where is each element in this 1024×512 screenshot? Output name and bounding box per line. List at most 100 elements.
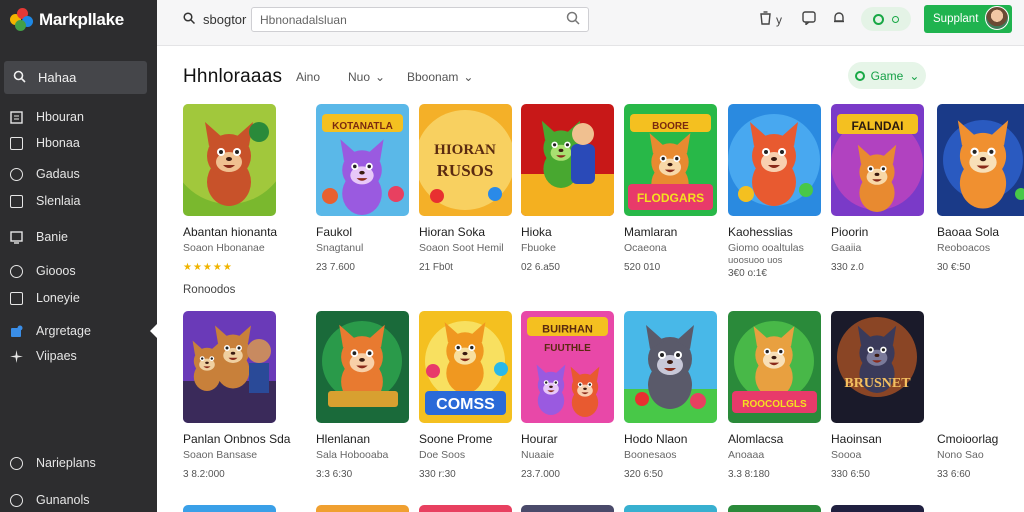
game-title[interactable]: Hioran Soka (419, 225, 519, 239)
game-meta: 23.7.000 (521, 469, 560, 480)
game-title[interactable]: Soone Prome (419, 432, 519, 446)
game-thumbnail[interactable]: BOORE FLODGARS (624, 104, 717, 216)
game-card[interactable]: KOTANATLA Faukol Snagtanul 23 7.600 (316, 104, 416, 273)
game-thumbnail[interactable] (316, 311, 409, 423)
game-card[interactable]: Hlenlanan Sala Hobooaba 3:3 6:30 (316, 311, 416, 480)
game-title[interactable]: Alomlacsa (728, 432, 828, 446)
sidebar-item-7[interactable]: Loneyie (10, 291, 80, 305)
game-card[interactable]: Hodo Nlaon Boonesaos 320 6:50 (624, 311, 724, 480)
sidebar-item-10[interactable]: Narieplans (10, 456, 96, 470)
game-title[interactable]: Baoaa Sola (937, 225, 1024, 239)
sign-in-label: Supplant (933, 13, 979, 25)
sidebar-item-4[interactable]: Slenlaia (10, 194, 80, 208)
activity-button[interactable] (832, 11, 846, 28)
filter-3[interactable]: Bboonam ⌄ (407, 70, 473, 84)
game-thumbnail[interactable]: COMSS (419, 311, 512, 423)
game-thumbnail[interactable]: HIORAN RUSOS (419, 104, 512, 216)
sidebar-item-6[interactable]: Giooos (10, 264, 76, 278)
sidebar-item-label: Argretage (36, 324, 91, 338)
game-thumbnail[interactable] (521, 104, 614, 216)
game-tile-partial[interactable] (728, 505, 821, 512)
game-title[interactable]: Hourar (521, 432, 621, 446)
game-developer: Doe Soos (419, 449, 466, 461)
game-tile-partial[interactable] (316, 505, 409, 512)
sidebar-item-1[interactable]: Hbouran (10, 110, 84, 124)
filter-2[interactable]: Nuo ⌄ (348, 70, 385, 84)
game-card[interactable]: Panlan Onbnos Sda Soaon Bansase 3 8.2:000 (183, 311, 290, 480)
game-developer: Soooa (831, 449, 862, 461)
sidebar-item-5[interactable]: Banie (10, 230, 68, 244)
search-input[interactable]: Hbnonadalsluan (251, 7, 589, 32)
rating-stars: ★★★★★ (183, 262, 233, 273)
game-card[interactable]: Abantan hionanta Soaon Hbonanae ★★★★★ (183, 104, 283, 273)
game-title[interactable]: Hioka (521, 225, 621, 239)
sidebar-item-11[interactable]: Gunanols (10, 493, 90, 507)
game-developer: Reoboacos (937, 242, 991, 254)
sidebar-item-label: Gadaus (36, 167, 80, 181)
game-thumbnail[interactable] (728, 104, 821, 216)
game-thumbnail[interactable] (183, 104, 276, 216)
logo-icon (10, 8, 34, 32)
game-developer: Boonesaos (624, 449, 677, 461)
trash-icon (759, 11, 772, 28)
game-thumbnail[interactable] (937, 104, 1024, 216)
check-icon (854, 70, 865, 81)
game-tile-partial[interactable] (521, 505, 614, 512)
game-title[interactable]: Haoinsan (831, 432, 931, 446)
game-title[interactable]: Cmoioorlag (937, 432, 1024, 446)
game-tile-partial[interactable] (624, 505, 717, 512)
messages-button[interactable] (802, 11, 816, 28)
game-title[interactable]: Pioorin (831, 225, 931, 239)
game-title[interactable]: Panlan Onbnos Sda (183, 432, 290, 446)
game-thumbnail[interactable]: ROOCOLGLS (728, 311, 821, 423)
notifications-button[interactable]: y (759, 11, 782, 28)
game-thumbnail[interactable] (937, 311, 1024, 423)
game-title[interactable]: Mamlaran (624, 225, 724, 239)
game-title[interactable]: Abantan hionanta (183, 225, 283, 239)
game-card[interactable]: BRUSNET Haoinsan Soooa 330 6:50 (831, 311, 931, 480)
game-meta: 3€0 o:1€ (728, 268, 767, 279)
game-card[interactable]: BOORE FLODGARS Mamlaran Ocaeona 520 010 (624, 104, 724, 273)
game-thumbnail[interactable]: BRUSNET (831, 311, 924, 423)
status-toggle[interactable] (861, 7, 911, 31)
game-title[interactable]: Hodo Nlaon (624, 432, 724, 446)
sidebar-item-3[interactable]: Gadaus (10, 167, 80, 181)
search-icon[interactable] (566, 11, 580, 28)
game-card[interactable]: Cmoioorlag Nono Sao 33 6:60 (937, 311, 1024, 480)
sidebar-item-label: Hbonaa (36, 136, 80, 150)
game-card[interactable]: HIORAN RUSOS Hioran Soka Soaon Soot Hemil 21… (419, 104, 519, 273)
game-thumbnail[interactable] (183, 311, 276, 423)
check-icon (873, 13, 884, 25)
game-tile-partial[interactable] (183, 505, 276, 512)
game-tile-partial[interactable] (419, 505, 512, 512)
avatar[interactable] (985, 6, 1009, 30)
page-title: Hhnloraaas (183, 66, 283, 87)
game-thumbnail[interactable]: KOTANATLA (316, 104, 409, 216)
game-card[interactable]: Baoaa Sola Reoboacos 30 €:50 (937, 104, 1024, 273)
game-thumbnail[interactable]: BUIRHAN FUUTHLE (521, 311, 614, 423)
game-card[interactable]: ROOCOLGLS Alomlacsa Anoaaa 3.3 8:180 (728, 311, 828, 480)
game-tile-partial[interactable] (831, 505, 924, 512)
game-filter-button[interactable]: Game ⌄ (848, 62, 926, 89)
game-card[interactable]: BUIRHAN FUUTHLE Hourar Nuaaie 23.7.000 (521, 311, 621, 480)
game-title[interactable]: Kaohesslias (728, 225, 828, 239)
game-thumbnail[interactable]: FALNDAI (831, 104, 924, 216)
game-card[interactable]: FALNDAI Pioorin Gaaiia 330 z.0 (831, 104, 931, 273)
top-bar-label[interactable]: sbogtor (183, 12, 246, 27)
game-thumbnail[interactable] (624, 311, 717, 423)
search-input-value: Hbnonadalsluan (260, 12, 347, 27)
game-developer: Nono Sao (937, 449, 984, 461)
sidebar-search[interactable]: Hahaa (4, 61, 147, 94)
game-card[interactable]: Kaohesslias Giomo ooaltulas uoosuoo uos 3€0… (728, 104, 828, 279)
sidebar-item-2[interactable]: Hbonaa (10, 136, 80, 150)
sign-in-button[interactable]: Aino Supplant (924, 5, 1012, 33)
game-title[interactable]: Hlenlanan (316, 432, 416, 446)
game-card[interactable]: COMSS Soone Prome Doe Soos 330 r:30 (419, 311, 519, 480)
sidebar-item-9[interactable]: Viipaes (10, 349, 77, 363)
sidebar-search-label: Hahaa (38, 70, 77, 85)
game-card[interactable]: Hioka Fbuoke 02 6.a50 (521, 104, 621, 273)
filter-1[interactable]: Aino (296, 70, 320, 84)
app-logo[interactable]: Markpllake (10, 8, 124, 32)
sidebar-item-8[interactable]: Argretage (10, 324, 91, 338)
game-title[interactable]: Faukol (316, 225, 416, 239)
